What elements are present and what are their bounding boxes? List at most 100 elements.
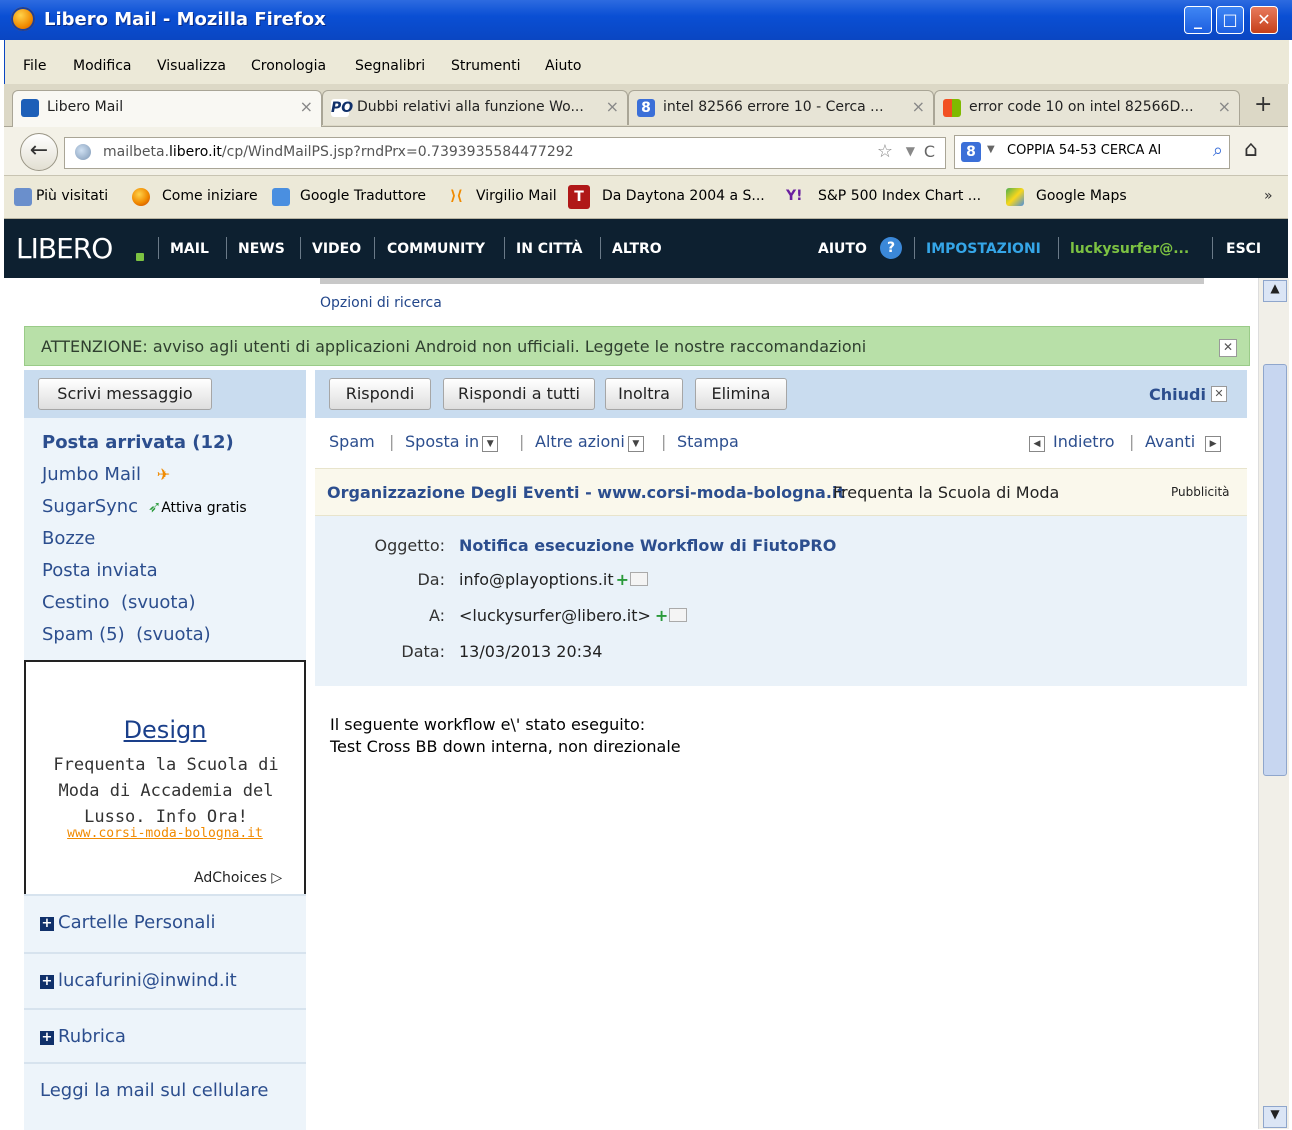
add-contact-icon[interactable]: + [655, 606, 668, 625]
scroll-down-icon[interactable]: ▼ [1263, 1106, 1287, 1128]
svuota-spam-link[interactable]: (svuota) [136, 624, 211, 645]
inoltra-button[interactable]: Inoltra [605, 378, 683, 410]
home-icon[interactable]: ⌂ [1244, 137, 1258, 162]
menu-strumenti[interactable]: Strumenti [451, 58, 521, 74]
search-box[interactable]: 8 ▼ COPPIA 54-53 CERCA AI ⌕ [954, 135, 1230, 169]
folder-cestino[interactable]: Cestino (svuota) [42, 592, 196, 613]
ad-title[interactable]: Design [26, 716, 304, 744]
folder-spam[interactable]: Spam (5) (svuota) [42, 624, 211, 645]
recipient-address[interactable]: <luckysurfer@libero.it> [459, 606, 651, 625]
new-tab-button[interactable]: + [1254, 92, 1272, 117]
tab-intel-cerca[interactable]: 8 intel 82566 errore 10 - Cerca ... × [628, 90, 934, 125]
avanti-link[interactable]: Avanti ▶ [1145, 432, 1222, 452]
nav-altro[interactable]: ALTRO [612, 241, 662, 257]
menu-file[interactable]: File [23, 58, 46, 74]
alert-text[interactable]: ATTENZIONE: avviso agli utenti di applic… [41, 337, 866, 356]
back-button[interactable]: ← [20, 133, 58, 171]
folder-jumbo-mail[interactable]: Jumbo Mail ✈ [42, 464, 170, 485]
menu-cronologia[interactable]: Cronologia [251, 58, 326, 74]
menu-modifica[interactable]: Modifica [73, 58, 132, 74]
elimina-button[interactable]: Elimina [695, 378, 787, 410]
recipient[interactable]: <luckysurfer@libero.it> + [459, 606, 688, 625]
expand-icon[interactable]: + [40, 917, 54, 931]
folder-bozze[interactable]: Bozze [42, 528, 95, 549]
nav-community[interactable]: COMMUNITY [387, 241, 485, 257]
bookmark-piu-visitati[interactable]: Più visitati [36, 188, 108, 204]
close-icon[interactable]: ✕ [1219, 339, 1237, 357]
svuota-cestino-link[interactable]: (svuota) [121, 592, 196, 613]
search-engine-dropdown-icon[interactable]: ▼ [987, 144, 995, 155]
sender[interactable]: info@playoptions.it + [459, 570, 649, 589]
nav-mail[interactable]: MAIL [170, 241, 209, 257]
search-options-link[interactable]: Opzioni di ricerca [320, 295, 442, 311]
menu-visualizza[interactable]: Visualizza [157, 58, 226, 74]
search-input[interactable]: COPPIA 54-53 CERCA AI [1007, 143, 1161, 158]
close-window-button[interactable]: ✕ [1250, 6, 1278, 34]
folder-posta-inviata[interactable]: Posta inviata [42, 560, 158, 581]
aiuto-link[interactable]: AIUTO [818, 241, 867, 257]
close-tab-icon[interactable]: × [300, 97, 313, 116]
sposta-in-dropdown[interactable]: Sposta in ▼ [405, 432, 499, 452]
bookmark-google-traduttore[interactable]: Google Traduttore [300, 188, 426, 204]
site-identity-icon[interactable] [75, 144, 91, 160]
bookmark-come-iniziare[interactable]: Come iniziare [162, 188, 258, 204]
chiudi-link[interactable]: Chiudi [1149, 385, 1206, 404]
close-tab-icon[interactable]: × [912, 97, 925, 116]
section-rubrica[interactable]: + Rubrica [24, 1008, 306, 1066]
bookmark-star-icon[interactable]: ☆ [877, 141, 893, 162]
folder-inbox[interactable]: Posta arrivata (12) [42, 432, 234, 453]
scrollbar-thumb[interactable] [1263, 364, 1287, 776]
menu-segnalibri[interactable]: Segnalibri [355, 58, 425, 74]
minimize-button[interactable]: _ [1184, 6, 1212, 34]
search-engine-icon[interactable]: 8 [961, 142, 981, 162]
altre-azioni-dropdown[interactable]: Altre azioni ▼ [535, 432, 644, 452]
libero-logo[interactable]: LIBERO [16, 232, 113, 265]
impostazioni-link[interactable]: IMPOSTAZIONI [926, 241, 1041, 257]
folder-sugarsync[interactable]: SugarSync ➶Attiva gratis [42, 496, 247, 517]
spam-action[interactable]: Spam [329, 432, 375, 451]
close-tab-icon[interactable]: × [1218, 97, 1231, 116]
expand-icon[interactable]: + [40, 975, 54, 989]
tab-libero-mail[interactable]: Libero Mail × [12, 90, 322, 127]
section-inwind[interactable]: + lucafurini@inwind.it [24, 952, 306, 1010]
attiva-gratis-link[interactable]: Attiva gratis [161, 500, 246, 516]
nav-news[interactable]: NEWS [238, 241, 285, 257]
ad-box[interactable]: Design Frequenta la Scuola di Moda di Ac… [24, 660, 306, 896]
bookmark-google-maps[interactable]: Google Maps [1036, 188, 1127, 204]
help-icon[interactable]: ? [880, 237, 902, 259]
reload-icon[interactable]: C [924, 142, 935, 161]
tab-error-code[interactable]: error code 10 on intel 82566D... × [934, 90, 1240, 125]
leggi-mail-cellulare-link[interactable]: Leggi la mail sul cellulare [40, 1080, 268, 1101]
url-text[interactable]: mailbeta.libero.it/cp/WindMailPS.jsp?rnd… [103, 144, 574, 160]
add-contact-icon[interactable]: + [616, 570, 629, 589]
stampa-action[interactable]: Stampa [677, 432, 739, 451]
section-cartelle-personali[interactable]: + Cartelle Personali [24, 894, 306, 952]
scroll-up-icon[interactable]: ▲ [1263, 280, 1287, 302]
bookmark-daytona[interactable]: Da Daytona 2004 a S... [602, 188, 765, 204]
rispondi-a-tutti-button[interactable]: Rispondi a tutti [443, 378, 595, 410]
user-account[interactable]: luckysurfer@... [1070, 241, 1189, 257]
rispondi-button[interactable]: Rispondi [329, 378, 431, 410]
sponsored-link[interactable]: Organizzazione Degli Eventi - www.corsi-… [327, 483, 845, 502]
url-dropdown-icon[interactable]: ▼ [906, 144, 915, 158]
menu-aiuto[interactable]: Aiuto [545, 58, 581, 74]
search-icon[interactable]: ⌕ [1213, 140, 1223, 161]
close-icon[interactable]: ✕ [1211, 386, 1227, 402]
vertical-scrollbar[interactable]: ▲ ▼ [1258, 278, 1289, 1129]
expand-icon[interactable]: + [40, 1031, 54, 1045]
address-bar[interactable]: mailbeta.libero.it/cp/WindMailPS.jsp?rnd… [64, 137, 946, 169]
adchoices-label[interactable]: AdChoices ▷ [194, 870, 282, 886]
tab-dubbi[interactable]: PO Dubbi relativi alla funzione Wo... × [322, 90, 628, 125]
bookmark-virgilio-mail[interactable]: Virgilio Mail [476, 188, 557, 204]
sponsored-row[interactable]: Organizzazione Degli Eventi - www.corsi-… [315, 468, 1247, 516]
maximize-button[interactable]: □ [1216, 6, 1244, 34]
nav-in-citta[interactable]: IN CITTÀ [516, 241, 582, 257]
section-cellulare[interactable]: Leggi la mail sul cellulare [24, 1062, 306, 1120]
close-tab-icon[interactable]: × [606, 97, 619, 116]
ad-url[interactable]: www.corsi-moda-bologna.it [26, 826, 304, 841]
bookmark-sp500[interactable]: S&P 500 Index Chart ... [818, 188, 981, 204]
nav-video[interactable]: VIDEO [312, 241, 361, 257]
bookmarks-overflow-icon[interactable]: » [1264, 188, 1273, 204]
compose-button[interactable]: Scrivi messaggio [38, 378, 212, 410]
sender-address[interactable]: info@playoptions.it [459, 570, 614, 589]
